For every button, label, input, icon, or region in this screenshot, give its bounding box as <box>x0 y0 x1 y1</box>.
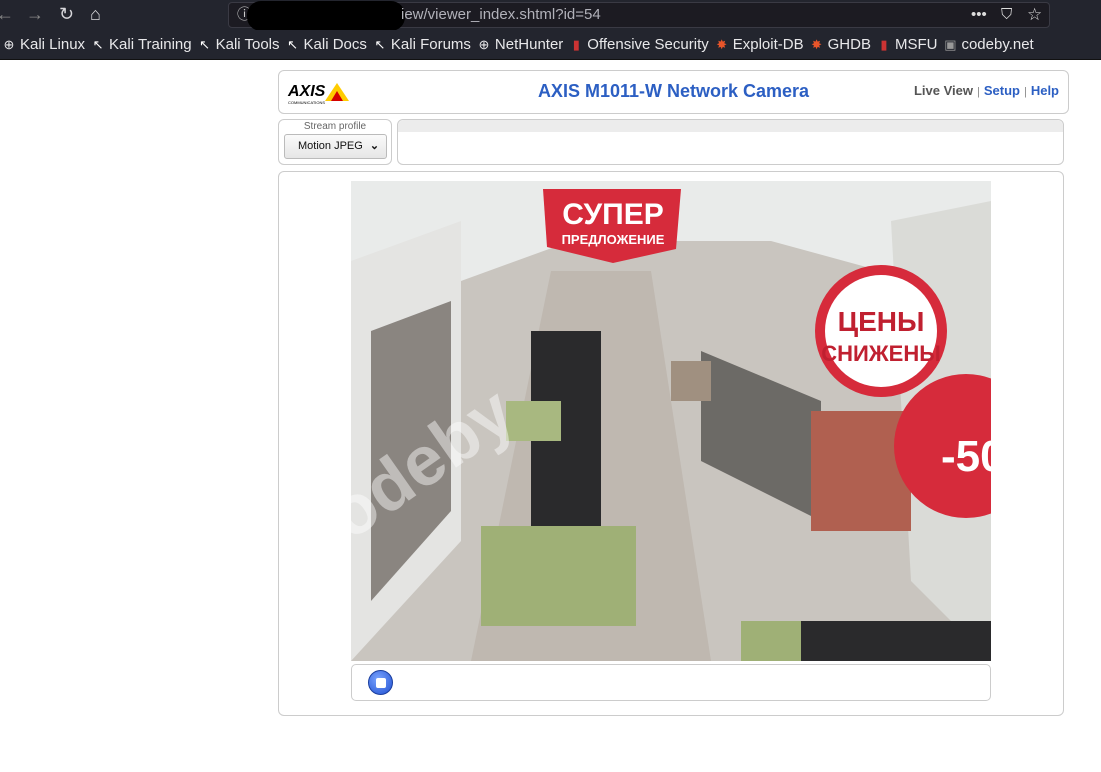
playback-bar <box>351 664 991 701</box>
bookmarks-bar: ⊕ Kali Linux ↖ Kali Training ↖ Kali Tools ↖ Kal… <box>0 30 1101 60</box>
globe-icon: ⊕ <box>478 37 490 52</box>
bookmark-kali-training[interactable]: ↖ Kali Training <box>87 30 196 60</box>
bookmark-ghdb[interactable]: ✸ GHDB <box>806 30 875 60</box>
chevron-down-icon: ⌄ <box>369 140 380 152</box>
address-bar[interactable]: ⓘ iew/viewer_index.shtml?id=54 ••• ⛉ ☆ <box>228 1 1050 31</box>
kali-dragon-icon: ↖ <box>374 37 386 52</box>
reload-icon[interactable]: ↻ <box>59 4 74 25</box>
sign-prices-1: ЦЕНЫ <box>838 306 925 337</box>
pocket-icon[interactable]: ⛉ <box>1001 3 1012 27</box>
controls-panel <box>397 119 1064 165</box>
url-text: iew/viewer_index.shtml?id=54 <box>401 6 601 23</box>
page-header: AXIS COMMUNICATIONS AXIS M1011-W Network… <box>278 70 1069 114</box>
bookmark-label: codeby.net <box>961 36 1034 53</box>
help-link[interactable]: Help <box>1031 83 1059 98</box>
bookmark-kali-tools[interactable]: ↖ Kali Tools <box>194 30 284 60</box>
kali-dragon-icon: ↖ <box>287 37 298 52</box>
home-icon[interactable]: ⌂ <box>90 4 101 25</box>
forward-icon[interactable]: → <box>26 4 44 25</box>
bookmark-label: Kali Tools <box>215 36 280 53</box>
kali-dragon-icon: ↖ <box>92 37 104 52</box>
controls-header-bar <box>398 120 1063 132</box>
redaction <box>247 1 405 31</box>
back-icon[interactable]: ← <box>0 4 14 25</box>
bookmark-msfu[interactable]: ▮ MSFU <box>873 30 942 60</box>
sign-offer: ПРЕДЛОЖЕНИЕ <box>562 232 665 247</box>
stream-profile-value: Motion JPEG <box>298 140 363 152</box>
sign-prices-2: СНИЖЕНЫ <box>821 341 941 366</box>
stop-button[interactable] <box>368 670 393 695</box>
offsec-icon: ▮ <box>880 37 888 52</box>
stream-profile-label: Stream profile <box>303 121 367 132</box>
stream-profile-select[interactable]: Motion JPEG ⌄ <box>284 134 387 159</box>
live-view-link[interactable]: Live View <box>914 83 973 98</box>
bookmark-label: Kali Training <box>109 36 192 53</box>
globe-icon: ⊕ <box>3 37 15 52</box>
bookmark-exploit-db[interactable]: ✸ Exploit-DB <box>711 30 808 60</box>
bookmark-label: Exploit-DB <box>732 36 804 53</box>
video-viewer-panel: СУПЕР ПРЕДЛОЖЕНИЕ ЦЕНЫ СНИЖЕНЫ -50% code… <box>278 171 1064 716</box>
bookmark-kali-docs[interactable]: ↖ Kali Docs <box>282 30 371 60</box>
stream-profile-panel: Stream profile Motion JPEG ⌄ <box>278 119 392 165</box>
stop-icon <box>376 678 386 688</box>
exploitdb-icon: ✸ <box>811 37 823 52</box>
bookmark-label: MSFU <box>894 36 938 53</box>
bookmark-codeby-net[interactable]: ▣ codeby.net <box>939 30 1037 60</box>
exploitdb-icon: ✸ <box>716 37 728 52</box>
browser-toolbar: ← → ↻ ⌂ ⓘ iew/viewer_index.shtml?id=54 •… <box>0 0 1101 31</box>
bookmark-label: Kali Linux <box>20 36 86 53</box>
sign-discount: -50% <box>941 432 991 481</box>
sign-super: СУПЕР <box>562 198 664 231</box>
bookmark-label: Kali Docs <box>303 36 367 53</box>
offsec-icon: ▮ <box>572 37 580 52</box>
kali-dragon-icon: ↖ <box>199 37 211 52</box>
header-links: Live View | Setup | Help <box>914 83 1059 98</box>
bookmark-nethunter[interactable]: ⊕ NetHunter <box>473 30 567 60</box>
separator: | <box>976 86 980 98</box>
bookmark-kali-forums[interactable]: ↖ Kali Forums <box>369 30 475 60</box>
bookmark-label: Kali Forums <box>390 36 471 53</box>
page-actions-icon[interactable]: ••• <box>971 3 987 27</box>
setup-link[interactable]: Setup <box>984 83 1020 98</box>
bookmark-kali-linux[interactable]: ⊕ Kali Linux <box>0 30 89 60</box>
bookmark-offensive-security[interactable]: ▮ Offensive Security <box>565 30 712 60</box>
codeby-icon: ▣ <box>944 37 957 52</box>
separator: | <box>1023 86 1027 98</box>
bookmark-label: NetHunter <box>494 36 564 53</box>
bookmark-star-icon[interactable]: ☆ <box>1027 3 1042 27</box>
bookmark-label: Offensive Security <box>587 36 709 53</box>
bookmark-label: GHDB <box>827 36 871 53</box>
camera-live-image[interactable]: СУПЕР ПРЕДЛОЖЕНИЕ ЦЕНЫ СНИЖЕНЫ -50% code… <box>351 181 991 661</box>
